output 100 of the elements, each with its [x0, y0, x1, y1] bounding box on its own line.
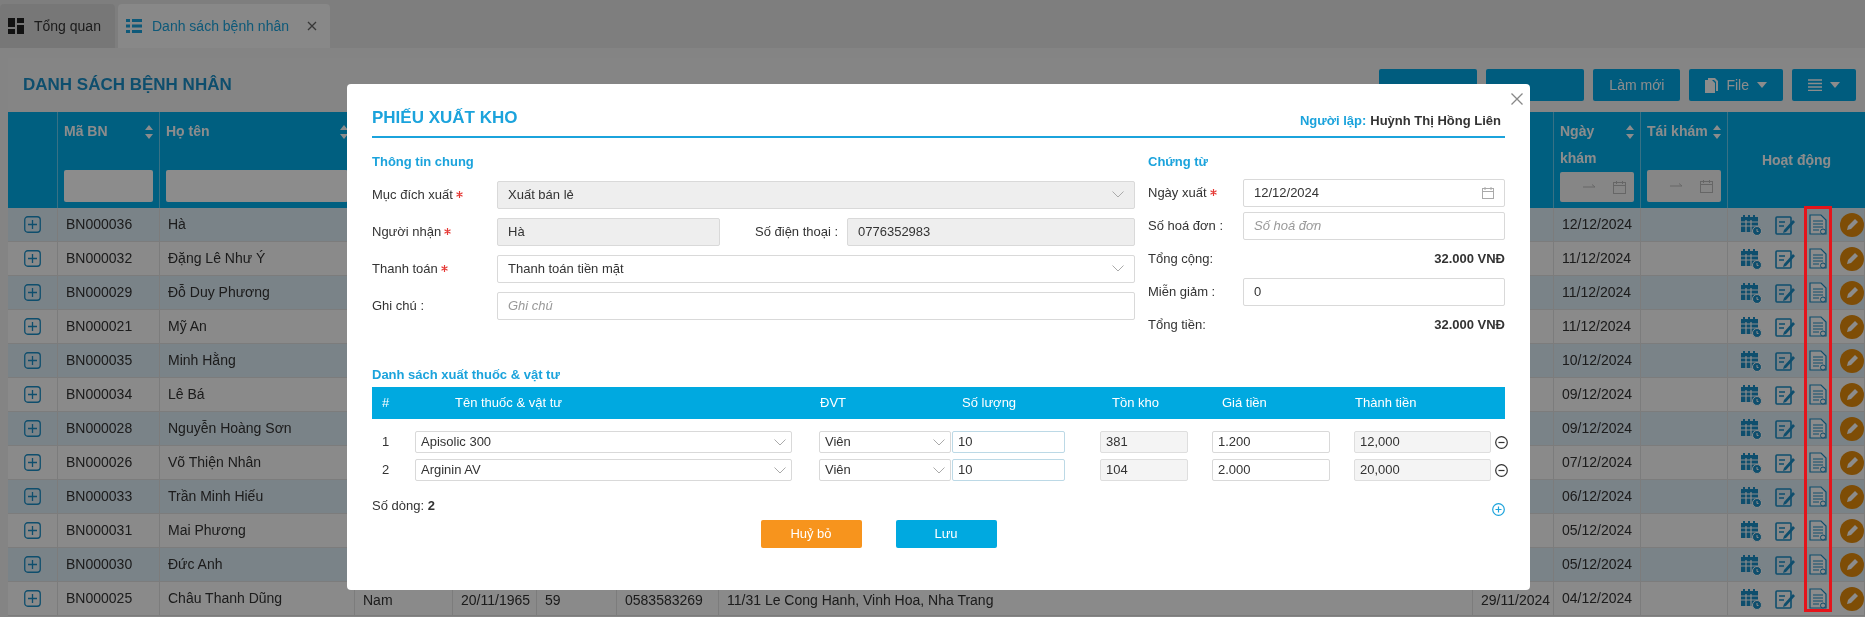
expand-icon[interactable] — [24, 318, 41, 335]
pencil-button-icon[interactable] — [1840, 484, 1864, 509]
document-icon[interactable] — [1808, 384, 1827, 405]
edit-icon[interactable] — [1775, 486, 1796, 507]
expand-icon[interactable] — [24, 352, 41, 369]
edit-icon[interactable] — [1775, 520, 1796, 541]
expand-icon[interactable] — [24, 284, 41, 301]
filter-field[interactable] — [64, 170, 153, 202]
document-icon[interactable] — [1808, 350, 1827, 371]
expand-icon[interactable] — [24, 556, 41, 573]
pencil-button-icon[interactable] — [1840, 212, 1864, 237]
edit-icon[interactable] — [1775, 554, 1796, 575]
pencil-button-icon[interactable] — [1840, 416, 1864, 441]
expand-icon[interactable] — [24, 250, 41, 267]
field-label: Mục đích xuất — [372, 185, 453, 204]
expand-icon[interactable] — [24, 216, 41, 233]
document-icon[interactable] — [1808, 214, 1827, 235]
field-label: Tổng cộng: — [1148, 249, 1214, 268]
expand-icon[interactable] — [24, 454, 41, 471]
select-field[interactable]: Viên — [819, 459, 951, 481]
document-icon[interactable] — [1808, 316, 1827, 337]
edit-icon[interactable] — [1775, 418, 1796, 439]
document-icon[interactable] — [1808, 282, 1827, 303]
edit-icon[interactable] — [1775, 350, 1796, 371]
edit-icon[interactable] — [1775, 588, 1796, 609]
edit-icon[interactable] — [1775, 214, 1796, 235]
table-cell: 05/12/2024 — [1554, 548, 1641, 582]
pencil-button-icon[interactable] — [1840, 246, 1864, 271]
input-field[interactable]: 1.200 — [1212, 431, 1330, 453]
calendar-clock-icon[interactable] — [1740, 485, 1762, 508]
calendar-clock-icon[interactable] — [1740, 315, 1762, 338]
document-icon[interactable] — [1808, 418, 1827, 439]
calendar-clock-icon[interactable] — [1740, 553, 1762, 576]
document-icon[interactable] — [1808, 520, 1827, 541]
pencil-button-icon[interactable] — [1840, 280, 1864, 305]
field-label: Số hoá đơn : — [1148, 216, 1224, 235]
input-field[interactable]: 0776352983 — [847, 217, 1135, 246]
expand-icon[interactable] — [24, 420, 41, 437]
remove-icon[interactable] — [1495, 435, 1508, 449]
calendar-clock-icon[interactable] — [1740, 383, 1762, 406]
required-icon — [1209, 189, 1217, 196]
calendar-clock-icon[interactable] — [1740, 519, 1762, 542]
filter-field[interactable] — [166, 170, 348, 202]
tab[interactable]: Tổng quan — [0, 4, 115, 48]
pencil-button-icon[interactable] — [1840, 382, 1864, 407]
pencil-button-icon[interactable] — [1840, 450, 1864, 475]
pencil-button-icon[interactable] — [1840, 314, 1864, 339]
close-icon[interactable] — [1511, 93, 1523, 105]
select-field[interactable]: Thanh toán tiền mặt — [497, 254, 1135, 283]
column-header: Tồn kho — [1111, 394, 1160, 413]
add-icon[interactable] — [1492, 503, 1505, 516]
creator-label: Người lập: — [1299, 111, 1367, 130]
column-header: Mã BN — [64, 122, 108, 141]
document-icon[interactable] — [1808, 248, 1827, 269]
expand-icon[interactable] — [24, 590, 41, 607]
date-range-field[interactable] — [1647, 170, 1721, 202]
pencil-button-icon[interactable] — [1840, 348, 1864, 373]
close-icon[interactable] — [307, 21, 317, 31]
expand-icon[interactable] — [24, 386, 41, 403]
calendar-clock-icon[interactable] — [1740, 587, 1762, 610]
remove-icon[interactable] — [1495, 463, 1508, 477]
field-label: Miễn giảm : — [1148, 282, 1216, 301]
calendar-clock-icon[interactable] — [1740, 451, 1762, 474]
calendar-clock-icon[interactable] — [1740, 417, 1762, 440]
required-icon — [440, 265, 448, 272]
document-icon[interactable] — [1808, 554, 1827, 575]
input-field[interactable]: 12,000 — [1354, 431, 1491, 453]
edit-icon[interactable] — [1775, 282, 1796, 303]
select-field[interactable]: Arginin AV — [415, 459, 792, 481]
pencil-button-icon[interactable] — [1840, 586, 1864, 611]
calendar-clock-icon[interactable] — [1740, 247, 1762, 270]
select-field[interactable]: Apisolic 300 — [415, 431, 792, 453]
pencil-button-icon[interactable] — [1840, 518, 1864, 543]
input-field[interactable]: 20,000 — [1354, 459, 1491, 481]
input-field[interactable]: Hà — [497, 217, 720, 246]
expand-icon[interactable] — [24, 488, 41, 505]
input-field[interactable]: 10 — [952, 431, 1065, 453]
select-field[interactable]: Viên — [819, 431, 951, 453]
row-number: 1 — [381, 433, 391, 452]
table-cell: 09/12/2024 — [1554, 378, 1641, 412]
document-icon[interactable] — [1808, 486, 1827, 507]
input-field[interactable]: 104 — [1100, 459, 1188, 481]
input-field[interactable]: 0 — [1243, 277, 1505, 306]
calendar-clock-icon[interactable] — [1740, 349, 1762, 372]
calendar-clock-icon[interactable] — [1740, 281, 1762, 304]
pencil-button-icon[interactable] — [1840, 552, 1864, 577]
edit-icon[interactable] — [1775, 452, 1796, 473]
edit-icon[interactable] — [1775, 248, 1796, 269]
input-field[interactable]: 10 — [952, 459, 1065, 481]
input-field[interactable]: 2.000 — [1212, 459, 1330, 481]
document-icon[interactable] — [1808, 452, 1827, 473]
expand-icon[interactable] — [24, 522, 41, 539]
edit-icon[interactable] — [1775, 316, 1796, 337]
select-field[interactable]: Xuất bán lẻ — [497, 180, 1135, 209]
calendar-clock-icon[interactable] — [1740, 213, 1762, 236]
edit-icon[interactable] — [1775, 384, 1796, 405]
date-range-field[interactable] — [1560, 172, 1634, 202]
input-field[interactable]: 381 — [1100, 431, 1188, 453]
date-field[interactable]: 12/12/2024 — [1243, 178, 1505, 207]
document-icon[interactable] — [1808, 588, 1827, 609]
